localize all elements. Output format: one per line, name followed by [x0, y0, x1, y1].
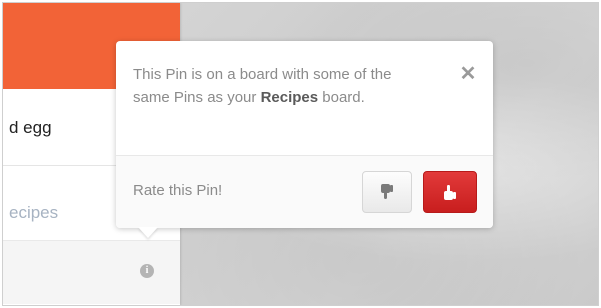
- popover-arrow: [138, 227, 158, 238]
- rate-pin-popover: This Pin is on a board with some of the …: [116, 41, 493, 238]
- screenshot-frame: d egg ecipes i This Pin is on a board wi…: [2, 2, 599, 306]
- info-icon[interactable]: i: [140, 264, 154, 278]
- close-icon[interactable]: ✕: [457, 63, 479, 85]
- pin-description: d egg: [9, 118, 52, 137]
- message-text-end: board.: [318, 89, 365, 106]
- rate-label: Rate this Pin!: [133, 182, 223, 199]
- thumbs-down-icon: [381, 184, 393, 199]
- popover-message: This Pin is on a board with some of the …: [133, 63, 413, 109]
- pin-board-link[interactable]: ecipes: [9, 203, 58, 223]
- thumbs-up-button[interactable]: [423, 171, 477, 213]
- thumbs-down-button[interactable]: [362, 171, 412, 213]
- popover-footer: Rate this Pin!: [116, 156, 493, 228]
- board-name: Recipes: [260, 89, 319, 106]
- thumbs-up-icon: [444, 185, 456, 200]
